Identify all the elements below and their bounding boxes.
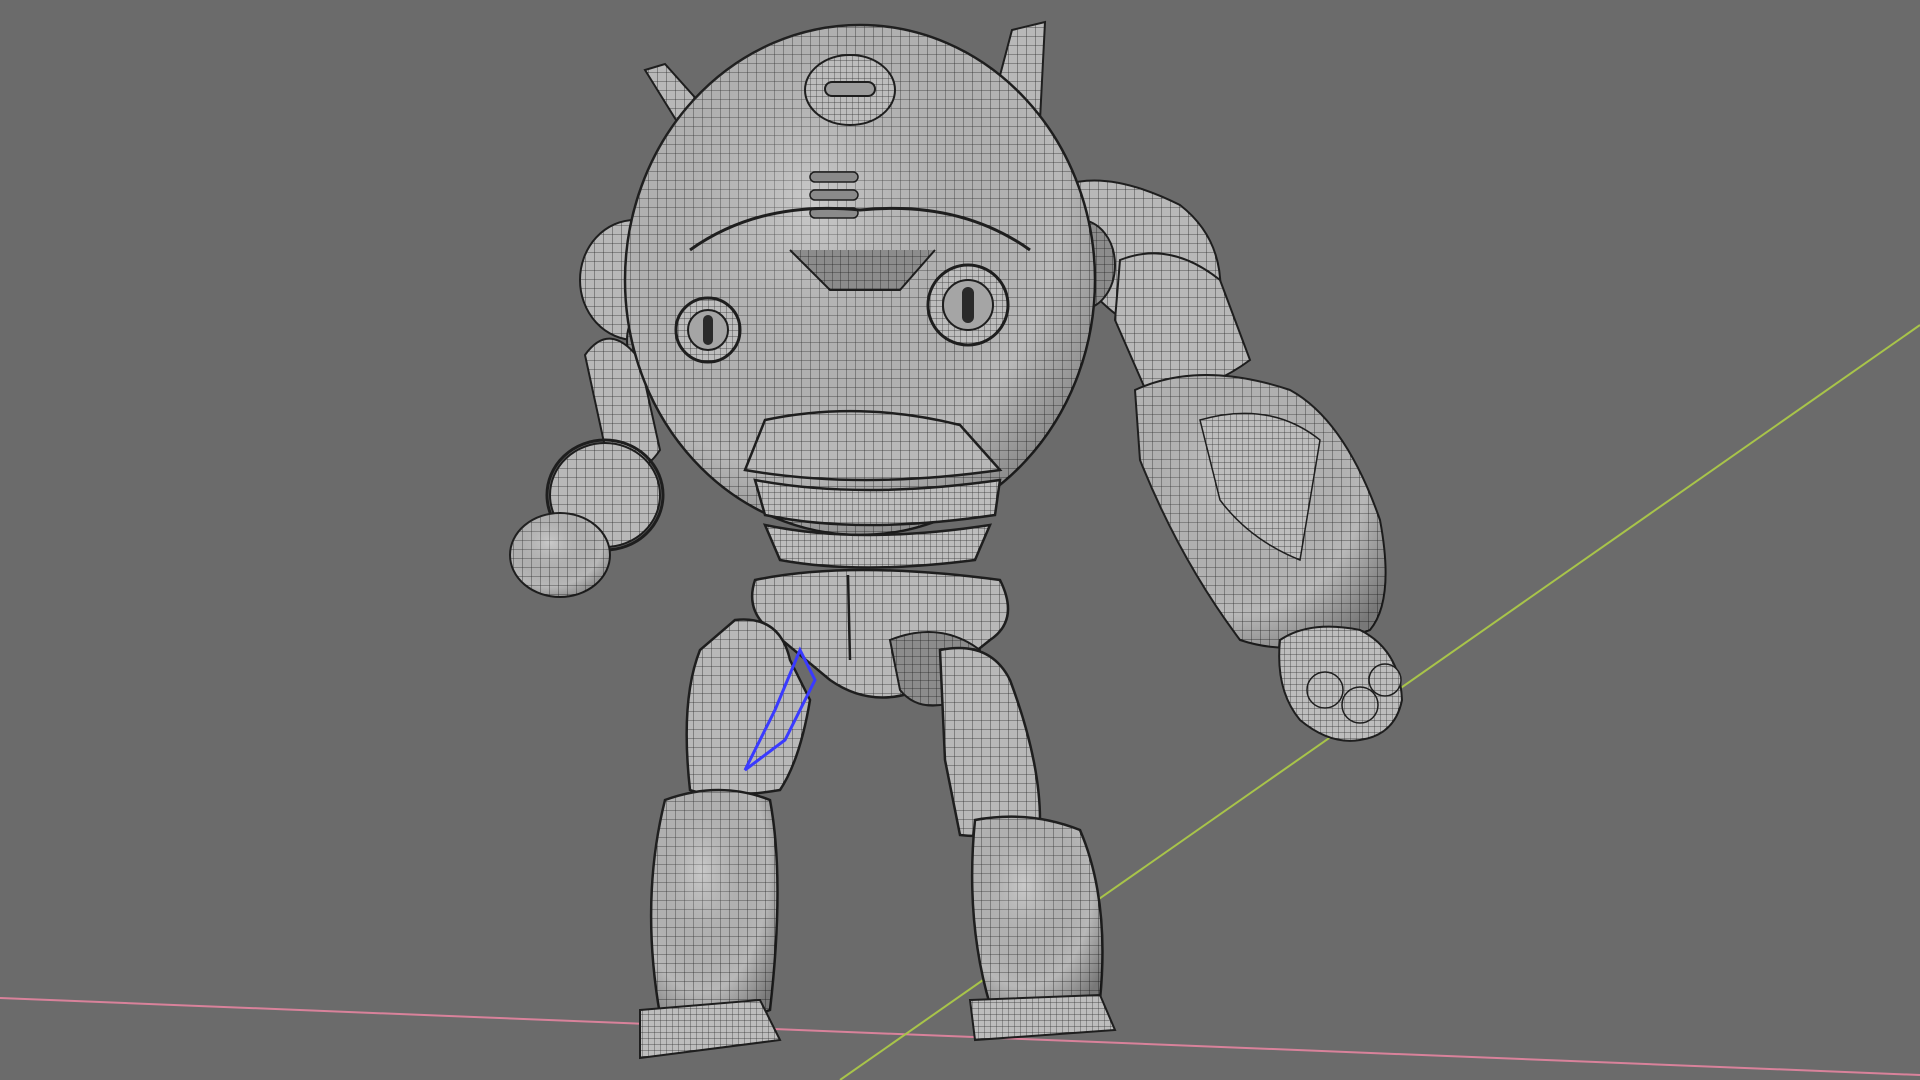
right-arm[interactable] — [1044, 179, 1404, 742]
chest-plates[interactable] — [743, 409, 1003, 569]
right-fist[interactable] — [1278, 625, 1404, 742]
left-eye[interactable] — [674, 296, 742, 364]
left-leg[interactable] — [639, 618, 817, 1060]
3d-viewport[interactable] — [0, 0, 1920, 1080]
head-body-sphere[interactable] — [623, 23, 1097, 569]
x-axis-line — [0, 997, 1920, 1076]
right-leg[interactable] — [938, 646, 1117, 1042]
robot-model[interactable] — [509, 20, 1404, 1060]
head-vents — [809, 171, 859, 219]
right-eye[interactable] — [926, 263, 1010, 347]
